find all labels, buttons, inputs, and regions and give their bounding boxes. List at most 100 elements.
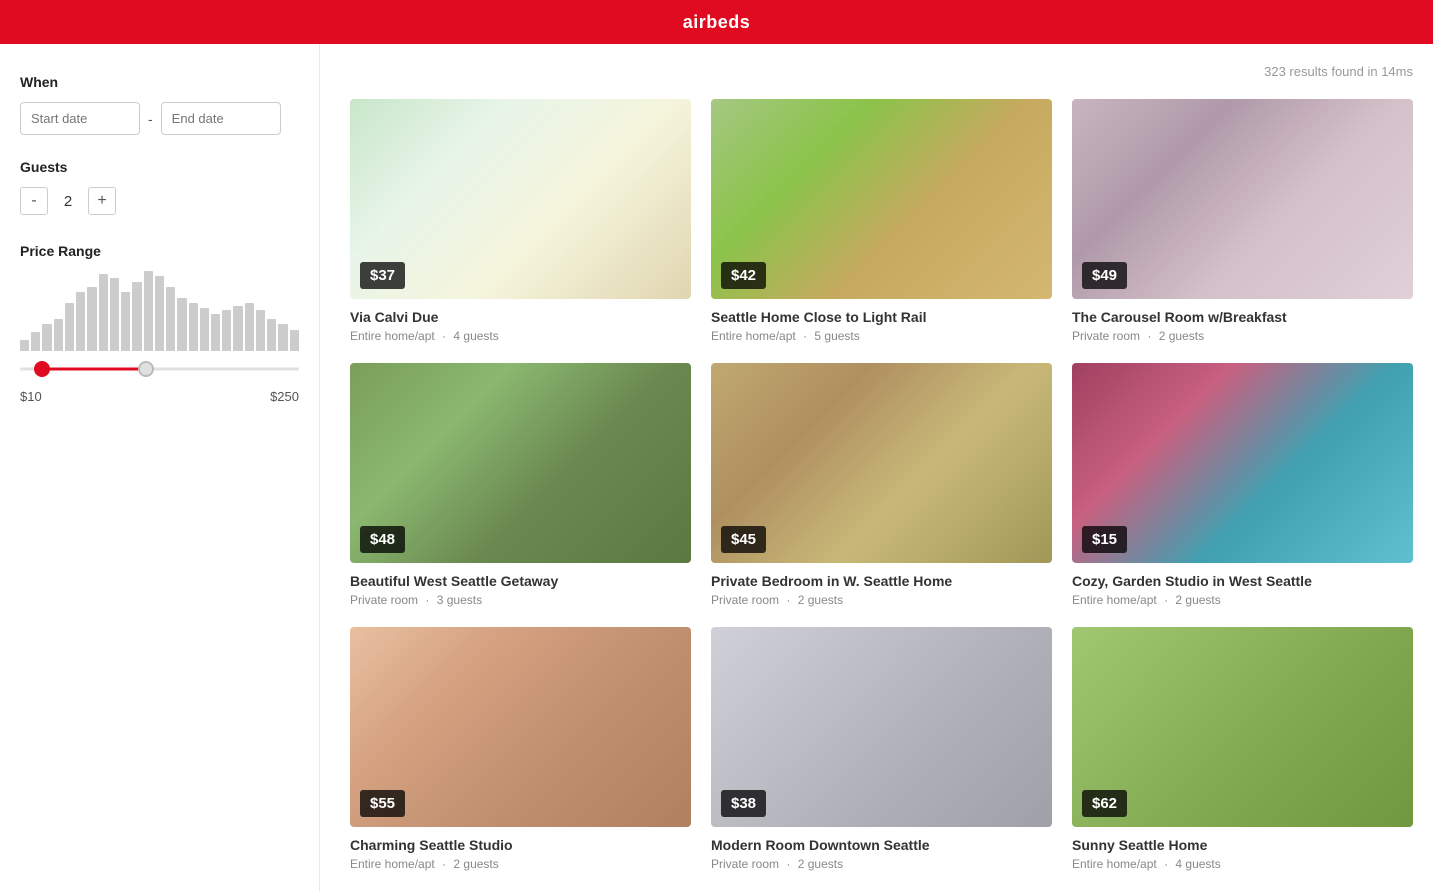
histogram-bar	[76, 292, 85, 351]
listing-title: Cozy, Garden Studio in West Seattle	[1072, 573, 1413, 589]
listing-meta: Private room · 3 guests	[350, 593, 691, 607]
listing-image: $45	[711, 363, 1052, 563]
listing-card[interactable]: $48 Beautiful West Seattle Getaway Priva…	[350, 363, 691, 607]
listing-type: Private room	[1072, 329, 1140, 343]
price-labels: $10 $250	[20, 389, 299, 404]
histogram-bar	[211, 314, 220, 351]
listing-guests: 2 guests	[798, 857, 843, 871]
meta-separator: ·	[803, 329, 807, 343]
slider-thumb-max[interactable]	[138, 361, 154, 377]
listing-title: Beautiful West Seattle Getaway	[350, 573, 691, 589]
listing-title: Sunny Seattle Home	[1072, 837, 1413, 853]
meta-separator: ·	[442, 857, 446, 871]
listing-card[interactable]: $62 Sunny Seattle Home Entire home/apt ·…	[1072, 627, 1413, 871]
histogram-bar	[20, 340, 29, 351]
when-label: When	[20, 74, 299, 90]
date-separator: -	[148, 111, 153, 127]
listing-image: $15	[1072, 363, 1413, 563]
meta-separator: ·	[425, 593, 429, 607]
histogram-bar	[290, 330, 299, 351]
listing-image: $62	[1072, 627, 1413, 827]
listing-price-badge: $45	[721, 526, 766, 553]
listing-meta: Private room · 2 guests	[711, 857, 1052, 871]
histogram-bar	[245, 303, 254, 351]
guests-increment-button[interactable]: +	[88, 187, 116, 215]
date-inputs-group: -	[20, 102, 299, 135]
price-min-label: $10	[20, 389, 42, 404]
listing-price-badge: $15	[1082, 526, 1127, 553]
guests-decrement-button[interactable]: -	[20, 187, 48, 215]
listing-meta: Entire home/apt · 4 guests	[1072, 857, 1413, 871]
listing-type: Entire home/apt	[350, 857, 435, 871]
listings-grid: $37 Via Calvi Due Entire home/apt · 4 gu…	[350, 99, 1413, 871]
listing-price-badge: $38	[721, 790, 766, 817]
listing-price-badge: $37	[360, 262, 405, 289]
price-slider[interactable]	[20, 359, 299, 379]
guests-controls: - 2 +	[20, 187, 299, 215]
histogram-bar	[189, 303, 198, 351]
histogram-bar	[267, 319, 276, 351]
listing-card[interactable]: $42 Seattle Home Close to Light Rail Ent…	[711, 99, 1052, 343]
results-header: 323 results found in 14ms	[350, 64, 1413, 79]
listing-guests: 2 guests	[453, 857, 498, 871]
guests-count: 2	[58, 193, 78, 210]
price-range-label: Price Range	[20, 243, 299, 259]
histogram-bar	[166, 287, 175, 351]
app-title: airbeds	[683, 12, 751, 33]
listing-guests: 4 guests	[1175, 857, 1220, 871]
listing-guests: 2 guests	[1159, 329, 1204, 343]
meta-separator: ·	[1164, 593, 1168, 607]
guests-label: Guests	[20, 159, 299, 175]
listing-guests: 2 guests	[1175, 593, 1220, 607]
listing-type: Private room	[711, 593, 779, 607]
start-date-input[interactable]	[20, 102, 140, 135]
histogram-bar	[278, 324, 287, 351]
listing-price-badge: $42	[721, 262, 766, 289]
listing-card[interactable]: $37 Via Calvi Due Entire home/apt · 4 gu…	[350, 99, 691, 343]
listing-image: $48	[350, 363, 691, 563]
histogram-bar	[233, 306, 242, 351]
meta-separator: ·	[786, 857, 790, 871]
price-max-label: $250	[270, 389, 299, 404]
listing-image: $42	[711, 99, 1052, 299]
meta-separator: ·	[1147, 329, 1151, 343]
histogram-bar	[54, 319, 63, 351]
results-text: 323 results found in 14ms	[1264, 64, 1413, 79]
listing-image: $38	[711, 627, 1052, 827]
listing-card[interactable]: $15 Cozy, Garden Studio in West Seattle …	[1072, 363, 1413, 607]
listing-guests: 3 guests	[437, 593, 482, 607]
listing-card[interactable]: $49 The Carousel Room w/Breakfast Privat…	[1072, 99, 1413, 343]
listing-price-badge: $62	[1082, 790, 1127, 817]
listing-title: Private Bedroom in W. Seattle Home	[711, 573, 1052, 589]
histogram-bar	[177, 298, 186, 351]
guests-section: Guests - 2 +	[20, 159, 299, 215]
meta-separator: ·	[786, 593, 790, 607]
end-date-input[interactable]	[161, 102, 281, 135]
meta-separator: ·	[442, 329, 446, 343]
listing-image: $55	[350, 627, 691, 827]
listing-title: The Carousel Room w/Breakfast	[1072, 309, 1413, 325]
sidebar: When - Guests - 2 + Price Range	[0, 44, 320, 891]
histogram-bar	[99, 274, 108, 351]
listing-price-badge: $48	[360, 526, 405, 553]
histogram-bar	[155, 276, 164, 351]
listing-meta: Entire home/apt · 2 guests	[350, 857, 691, 871]
listing-type: Private room	[711, 857, 779, 871]
listing-card[interactable]: $38 Modern Room Downtown Seattle Private…	[711, 627, 1052, 871]
listing-type: Entire home/apt	[1072, 857, 1157, 871]
listing-guests: 4 guests	[453, 329, 498, 343]
listing-guests: 2 guests	[798, 593, 843, 607]
listing-card[interactable]: $55 Charming Seattle Studio Entire home/…	[350, 627, 691, 871]
listing-card[interactable]: $45 Private Bedroom in W. Seattle Home P…	[711, 363, 1052, 607]
histogram-bar	[256, 310, 265, 351]
listing-type: Entire home/apt	[711, 329, 796, 343]
slider-thumb-min[interactable]	[34, 361, 50, 377]
histogram-bar	[65, 303, 74, 351]
listing-type: Entire home/apt	[1072, 593, 1157, 607]
histogram-bar	[144, 271, 153, 351]
listing-image: $37	[350, 99, 691, 299]
listing-title: Seattle Home Close to Light Rail	[711, 309, 1052, 325]
listing-meta: Entire home/apt · 5 guests	[711, 329, 1052, 343]
listing-image: $49	[1072, 99, 1413, 299]
slider-active-track	[42, 368, 145, 371]
